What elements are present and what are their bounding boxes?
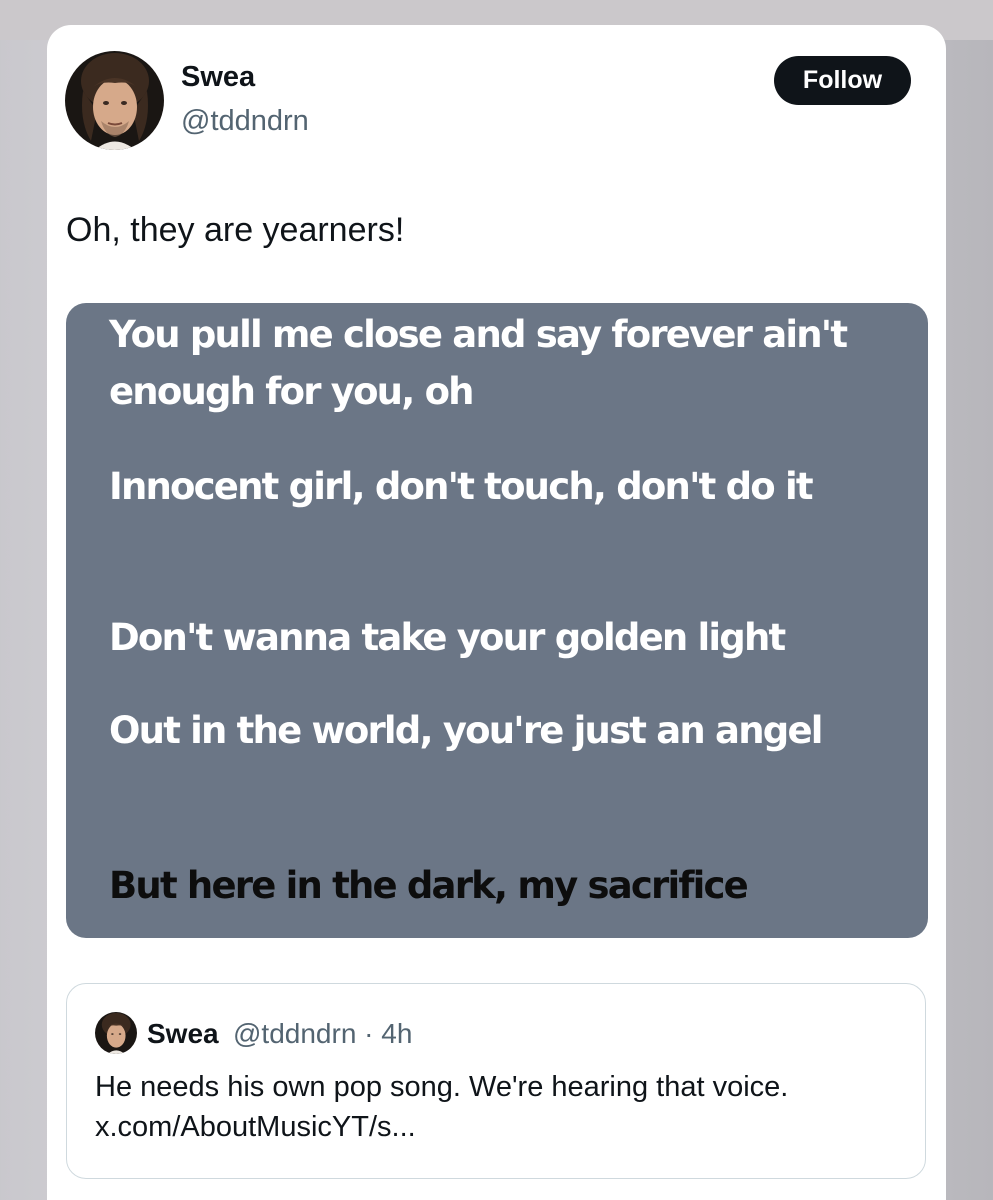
tweet-media-lyrics[interactable]: You pull me close and say forever ain't … bbox=[66, 303, 928, 938]
author-avatar[interactable] bbox=[65, 51, 164, 150]
quoted-tweet[interactable]: Swea @tddndrn · 4h He needs his own pop … bbox=[66, 983, 926, 1179]
tweet-card: Swea @tddndrn Follow Oh, they are yearne… bbox=[47, 25, 946, 1200]
lyric-line: Innocent girl, don't touch, don't do it bbox=[109, 465, 814, 508]
lyric-line: You pull me close and say forever ain't … bbox=[109, 313, 848, 413]
quoted-author-name: Swea bbox=[147, 1018, 219, 1049]
lyric-line: Out in the world, you're just an angel bbox=[109, 709, 823, 752]
lyric-line: Don't wanna take your golden light bbox=[109, 616, 786, 659]
tweet-text: Oh, they are yearners! bbox=[66, 211, 405, 249]
quoted-author-avatar bbox=[95, 1012, 137, 1054]
quoted-author-meta: @tddndrn · 4h bbox=[233, 1018, 413, 1049]
author-name[interactable]: Swea bbox=[181, 61, 255, 94]
quoted-tweet-text: He needs his own pop song. We're hearing… bbox=[95, 1071, 789, 1143]
author-handle[interactable]: @tddndrn bbox=[181, 105, 309, 138]
follow-button[interactable]: Follow bbox=[774, 56, 911, 105]
lyric-line-current: But here in the dark, my sacrifice bbox=[109, 864, 749, 907]
